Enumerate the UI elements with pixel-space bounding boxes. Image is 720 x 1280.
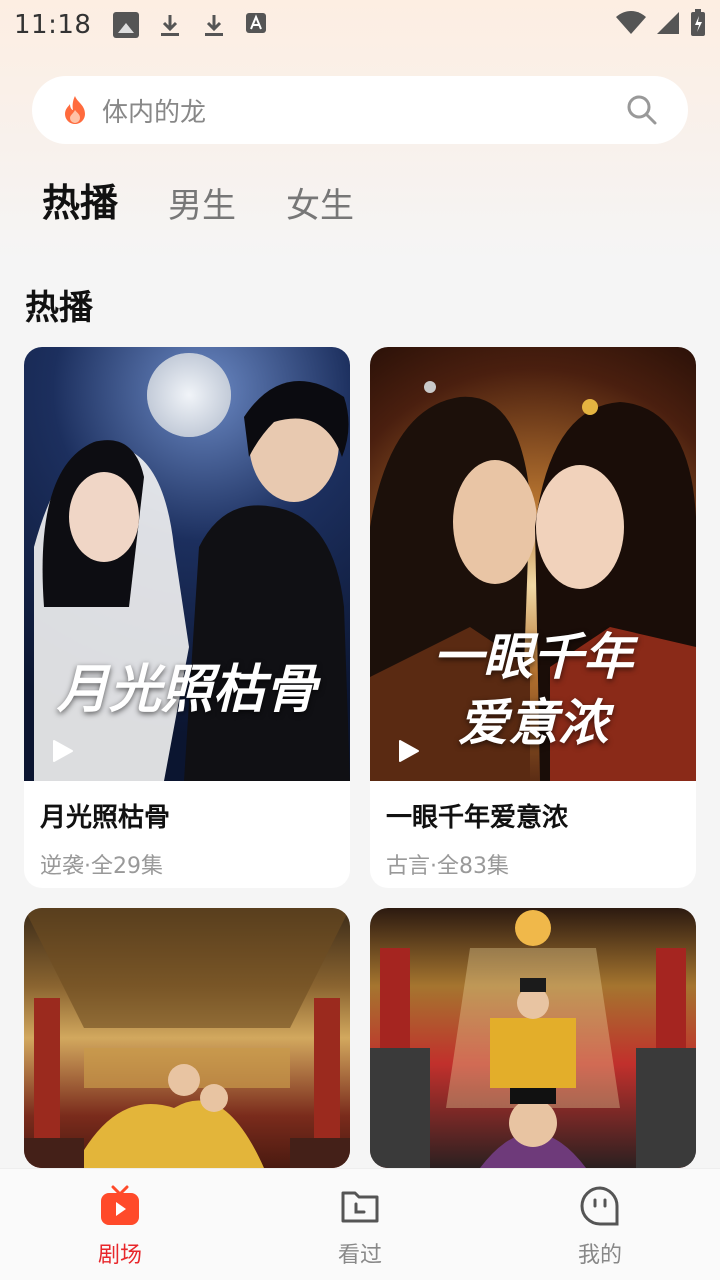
drama-meta: 古言·全83集: [386, 854, 509, 879]
drama-card[interactable]: 一眼千年 爱意浓 一眼千年爱意浓 古言·全83集: [370, 347, 696, 888]
play-icon: [50, 739, 74, 763]
font-a-icon: [245, 12, 271, 38]
tab-hot[interactable]: 热播: [42, 172, 118, 227]
drama-card[interactable]: [24, 908, 350, 1168]
tab-label: 热播: [42, 181, 119, 225]
profile-bubble-icon: [579, 1185, 621, 1227]
photo-icon: [113, 12, 140, 38]
tab-label: 男生: [168, 186, 237, 226]
search-icon[interactable]: [626, 94, 658, 126]
tab-female[interactable]: 女生: [286, 178, 354, 227]
category-tabs: 热播 男生 女生: [42, 172, 404, 227]
search-bar[interactable]: 体内的龙: [32, 76, 688, 144]
drama-poster[interactable]: 月光照枯骨: [24, 347, 350, 781]
nav-history[interactable]: 看过: [240, 1169, 480, 1280]
drama-poster[interactable]: [370, 908, 696, 1168]
search-input[interactable]: 体内的龙: [102, 92, 626, 129]
status-bar: 11:18: [0, 0, 720, 50]
drama-poster[interactable]: [24, 908, 350, 1168]
nav-theater[interactable]: 剧场: [0, 1169, 240, 1280]
nav-label: 我的: [577, 1243, 622, 1268]
tab-label: 女生: [286, 186, 355, 226]
tab-male[interactable]: 男生: [168, 178, 236, 227]
signal-icon: [656, 11, 680, 39]
status-time: 11:18: [14, 10, 92, 40]
nav-label: 看过: [337, 1243, 382, 1268]
nav-label: 剧场: [97, 1243, 142, 1268]
poster-title: 月光照枯骨: [56, 659, 317, 720]
drama-card[interactable]: 月光照枯骨 月光照枯骨 逆袭·全29集: [24, 347, 350, 888]
history-folder-icon: [339, 1185, 381, 1227]
fire-icon: [62, 95, 88, 125]
play-icon: [396, 739, 420, 763]
download-icon: [201, 12, 227, 38]
bottom-navigation: 剧场 看过 我的: [0, 1168, 720, 1280]
tv-play-icon: [99, 1185, 141, 1227]
drama-title: 一眼千年爱意浓: [386, 803, 569, 833]
battery-charging-icon: [690, 9, 706, 41]
drama-meta: 逆袭·全29集: [40, 854, 163, 879]
wifi-icon: [616, 11, 646, 39]
drama-poster[interactable]: 一眼千年 爱意浓: [370, 347, 696, 781]
drama-info: 一眼千年爱意浓 古言·全83集: [370, 781, 696, 888]
drama-info: 月光照枯骨 逆袭·全29集: [24, 781, 350, 888]
nav-profile[interactable]: 我的: [480, 1169, 720, 1280]
drama-title: 月光照枯骨: [40, 803, 171, 833]
drama-card[interactable]: [370, 908, 696, 1168]
poster-title: 一眼千年: [433, 627, 633, 686]
download-icon: [157, 12, 183, 38]
section-title: 热播: [25, 288, 93, 328]
